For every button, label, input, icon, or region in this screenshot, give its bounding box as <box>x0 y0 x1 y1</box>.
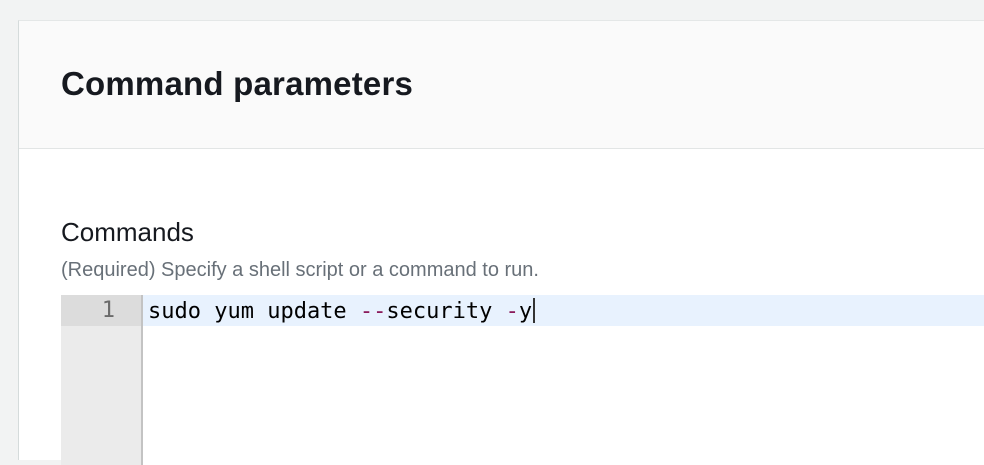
command-parameters-panel: Command parameters Commands (Required) S… <box>18 20 984 465</box>
code-line[interactable]: sudo yum update --security -y <box>148 298 536 324</box>
code-token-flag: y <box>518 299 533 324</box>
panel-title: Command parameters <box>61 65 414 102</box>
line-number: 1 <box>101 298 115 323</box>
editor-code-area[interactable]: sudo yum update --security -y <box>143 295 984 465</box>
commands-code-editor[interactable]: 1 sudo yum update --security -y <box>61 295 984 465</box>
commands-description: (Required) Specify a shell script or a c… <box>61 259 539 281</box>
code-token-operator: -- <box>359 299 387 324</box>
code-token-operator: - <box>505 299 519 324</box>
text-cursor <box>533 298 536 323</box>
gutter-active-line: 1 <box>61 295 141 326</box>
panel-header: Command parameters <box>19 21 984 149</box>
commands-label: Commands <box>61 217 194 247</box>
code-token-option: security <box>386 299 506 324</box>
code-token-command: sudo yum update <box>148 299 360 324</box>
editor-gutter: 1 <box>61 295 143 465</box>
